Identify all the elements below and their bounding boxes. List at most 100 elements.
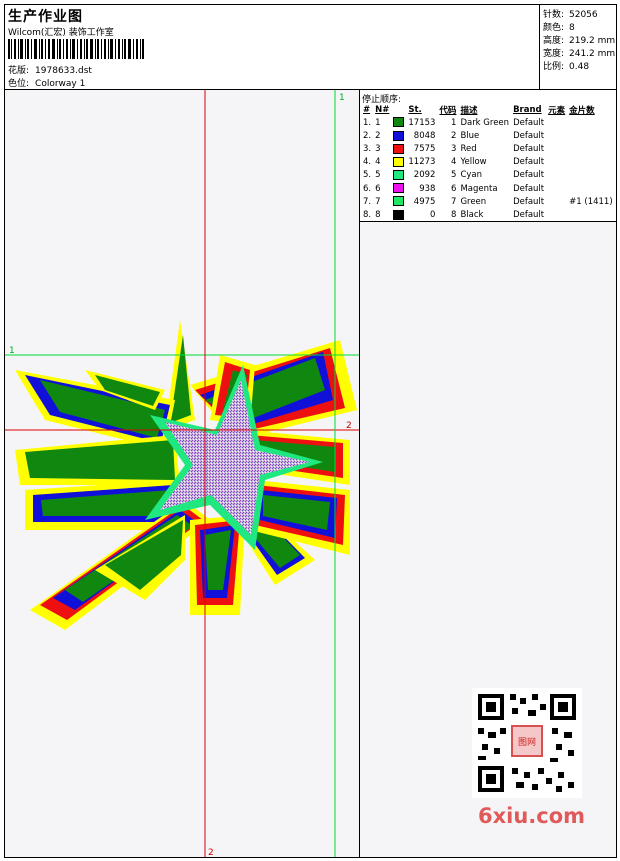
cell-code: 7 bbox=[451, 196, 457, 207]
cell-brand: Default bbox=[513, 209, 545, 220]
cell-desc: Magenta bbox=[460, 183, 498, 194]
cell-desc: Cyan bbox=[460, 170, 482, 181]
color-row: 5. 5 2092 5 Cyan Default bbox=[361, 169, 615, 182]
color-swatch bbox=[391, 208, 406, 221]
cell-seq bbox=[567, 156, 615, 169]
barcode bbox=[8, 39, 144, 59]
cell-seq: #1 (1411) bbox=[569, 196, 613, 207]
cell-st: 0 bbox=[430, 209, 436, 220]
stop-sequence-panel: 停止顺序: # N# St. 代码 描述 Brand 元素 金片数 1. 1 171… bbox=[360, 90, 616, 222]
color-row: 1. 1 17153 1 Dark Green Default bbox=[361, 116, 615, 129]
cell-desc: Blue bbox=[460, 130, 480, 141]
cell-brand: Default bbox=[513, 143, 545, 154]
embroidery-design: 1 2 1 2 bbox=[5, 90, 359, 857]
cell-seq bbox=[567, 142, 615, 155]
cell-n: 2 bbox=[375, 130, 381, 141]
cell-seq bbox=[567, 169, 615, 182]
color-row: 2. 2 8048 2 Blue Default bbox=[361, 129, 615, 142]
file-label: 花版: bbox=[8, 66, 30, 76]
header-info: 生产作业图 Wilcom(汇宏) 装饰工作室 花版: 1978633.dst 色… bbox=[5, 5, 539, 89]
swatch-chip bbox=[393, 117, 405, 128]
cell-el bbox=[546, 182, 567, 195]
swatch-chip bbox=[393, 196, 405, 207]
swatch-chip bbox=[393, 130, 405, 141]
stat-stitches: 针数: 52056 bbox=[543, 10, 598, 20]
cell-seq bbox=[567, 182, 615, 195]
cell-n: 8 bbox=[375, 209, 381, 220]
cell-code: 4 bbox=[451, 157, 457, 168]
cell-idx: 5. bbox=[363, 170, 372, 181]
cell-n: 4 bbox=[375, 157, 381, 168]
cell-idx: 8. bbox=[363, 209, 372, 220]
cell-brand: Default bbox=[513, 130, 545, 141]
colorway-label: 色位: bbox=[8, 79, 30, 89]
cell-code: 5 bbox=[451, 170, 457, 181]
guide-v1-label: 1 bbox=[339, 93, 345, 103]
cell-el bbox=[546, 195, 567, 208]
stat-colors: 颜色: 8 bbox=[543, 23, 575, 33]
swatch-chip bbox=[393, 183, 405, 194]
color-row: 6. 6 938 6 Magenta Default bbox=[361, 182, 615, 195]
sheet-header: 生产作业图 Wilcom(汇宏) 装饰工作室 花版: 1978633.dst 色… bbox=[5, 5, 616, 90]
cell-el bbox=[546, 169, 567, 182]
cell-brand: Default bbox=[513, 157, 545, 168]
file-line: 花版: 1978633.dst bbox=[8, 63, 92, 76]
cell-el bbox=[546, 208, 567, 221]
cell-brand: Default bbox=[513, 117, 545, 128]
cell-seq bbox=[567, 208, 615, 221]
cell-el bbox=[546, 129, 567, 142]
cell-el bbox=[546, 156, 567, 169]
swatch-chip bbox=[393, 143, 405, 154]
color-row: 8. 8 0 8 Black Default bbox=[361, 208, 615, 221]
cell-desc: Black bbox=[460, 209, 484, 220]
stat-width: 宽度: 241.2 mm bbox=[543, 49, 616, 59]
cell-n: 5 bbox=[375, 170, 381, 181]
cell-el bbox=[546, 116, 567, 129]
cell-n: 1 bbox=[375, 117, 381, 128]
swatch-chip bbox=[393, 156, 405, 167]
cell-code: 6 bbox=[451, 183, 457, 194]
color-row: 7. 7 4975 7 Green Default #1 (1411) bbox=[361, 195, 615, 208]
guide-h1-label: 1 bbox=[9, 346, 15, 356]
cell-code: 1 bbox=[451, 117, 457, 128]
sheet-title: 生产作业图 bbox=[8, 9, 83, 25]
design-preview: 1 2 1 2 bbox=[5, 90, 360, 857]
studio-name: Wilcom(汇宏) 装饰工作室 bbox=[8, 28, 114, 38]
blank-panel: 图网 6xiu.com bbox=[360, 222, 616, 857]
cell-st: 2092 bbox=[413, 170, 436, 181]
cell-code: 8 bbox=[451, 209, 457, 220]
cell-st: 7575 bbox=[413, 143, 436, 154]
cell-idx: 7. bbox=[363, 196, 372, 207]
watermark: 6xiu.com bbox=[478, 804, 586, 828]
cell-code: 2 bbox=[451, 130, 457, 141]
cell-idx: 4. bbox=[363, 157, 372, 168]
guide-h2-label: 2 bbox=[346, 421, 352, 431]
cell-n: 7 bbox=[375, 196, 381, 207]
cell-n: 6 bbox=[375, 183, 381, 194]
qr-code: 图网 bbox=[472, 688, 582, 798]
stat-scale: 比例: 0.48 bbox=[543, 62, 590, 72]
cell-seq bbox=[567, 129, 615, 142]
color-swatch bbox=[391, 116, 406, 129]
color-swatch bbox=[391, 182, 406, 195]
color-row: 3. 3 7575 3 Red Default bbox=[361, 142, 615, 155]
color-swatch bbox=[391, 129, 406, 142]
color-swatch bbox=[391, 156, 406, 169]
cell-n: 3 bbox=[375, 143, 381, 154]
color-swatch bbox=[391, 169, 406, 182]
cell-desc: Red bbox=[460, 143, 477, 154]
color-table: # N# St. 代码 描述 Brand 元素 金片数 1. 1 17153 1 Dar… bbox=[361, 103, 615, 222]
cell-st: 4975 bbox=[413, 196, 436, 207]
cell-idx: 6. bbox=[363, 183, 372, 194]
cell-idx: 1. bbox=[363, 117, 372, 128]
colorway-line: 色位: Colorway 1 bbox=[8, 76, 85, 89]
cell-el bbox=[546, 142, 567, 155]
swatch-chip bbox=[393, 170, 405, 181]
cell-idx: 3. bbox=[363, 143, 372, 154]
cell-seq bbox=[567, 116, 615, 129]
cell-brand: Default bbox=[513, 170, 545, 181]
swatch-chip bbox=[393, 209, 405, 220]
cell-desc: Green bbox=[460, 196, 487, 207]
guide-v2-label: 2 bbox=[208, 848, 214, 857]
cell-st: 8048 bbox=[413, 130, 436, 141]
